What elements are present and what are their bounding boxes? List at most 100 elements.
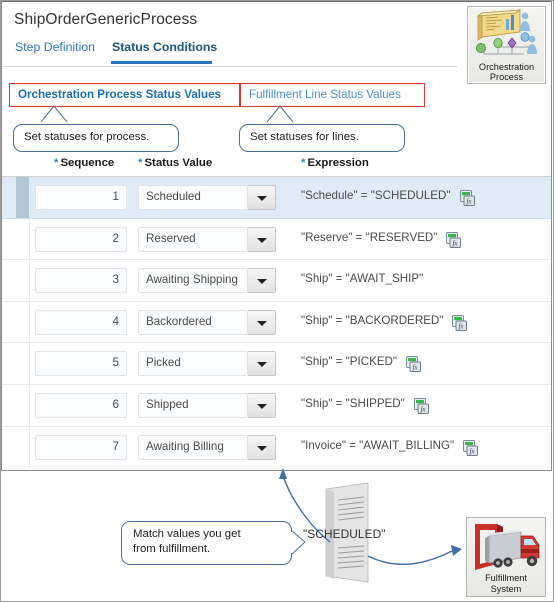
subtab-label-fulfillment: Fulfillment Line Status Values (249, 88, 401, 101)
expression-builder-icon[interactable]: fx (463, 439, 479, 456)
status-dropdown-button[interactable] (248, 226, 276, 252)
sequence-input[interactable]: 6 (35, 392, 127, 418)
status-value-select[interactable]: Reserved (138, 226, 276, 252)
fulfillment-icon-caption: Fulfillment System (467, 573, 545, 594)
required-marker-expression: * (301, 157, 306, 169)
row-grid-line (29, 426, 30, 468)
column-label-expression: Expression (307, 157, 369, 169)
svg-text:fx: fx (470, 447, 476, 455)
expression-builder-icon[interactable]: fx (406, 356, 422, 373)
expression-value: "Schedule" = "SCHEDULED" (301, 189, 451, 202)
subtab-orchestration-process-status-values[interactable]: Orchestration Process Status Values (9, 83, 240, 107)
row-grid-line (29, 301, 30, 343)
row-grid-line (29, 218, 30, 260)
status-dropdown-button[interactable] (248, 185, 276, 210)
table-row[interactable]: 3 Awaiting Shipping "Ship" = "AWAIT_SHIP" (2, 260, 551, 302)
sequence-value: 6 (112, 397, 119, 411)
status-value-field[interactable]: Awaiting Billing (138, 434, 248, 460)
status-dropdown-button[interactable] (248, 392, 276, 418)
status-dropdown-button[interactable] (248, 309, 276, 335)
status-value-select[interactable]: Backordered (138, 309, 276, 335)
status-value-field[interactable]: Scheduled (138, 185, 248, 210)
sequence-input[interactable]: 7 (35, 434, 127, 460)
sequence-input[interactable]: 3 (35, 268, 127, 294)
chevron-down-icon (257, 362, 267, 368)
expression-builder-icon[interactable]: fx (446, 231, 462, 248)
tab-step-definition[interactable]: Step Definition (15, 40, 95, 54)
status-value-field[interactable]: Awaiting Shipping (138, 268, 248, 294)
expression-value: "Invoice" = "AWAIT_BILLING" (301, 438, 455, 452)
fulfillment-caption-line1: Fulfillment (485, 573, 527, 583)
sequence-value: 3 (112, 273, 119, 287)
application-panel: ShipOrderGenericProcess Step Definition … (1, 1, 552, 471)
status-value-select[interactable]: Shipped (138, 392, 276, 418)
expression-value: "Reserve" = "RESERVED" (301, 230, 438, 244)
callout-set-statuses-lines: Set statuses for lines. (239, 124, 405, 152)
sequence-input[interactable]: 4 (35, 309, 127, 335)
expression-builder-icon[interactable]: fx (459, 190, 475, 206)
row-grid-line (29, 384, 30, 426)
table-row[interactable]: 4 Backordered "Ship" = "BACKORDERED" fx (2, 301, 551, 344)
tab-status-conditions[interactable]: Status Conditions (112, 40, 217, 54)
orchestration-icon-caption: Orchestration Process (468, 62, 545, 82)
expression-value: "Ship" = "SHIPPED" (301, 396, 405, 410)
sequence-value: 7 (112, 439, 119, 453)
sequence-value: 2 (112, 231, 119, 245)
sequence-input[interactable]: 2 (35, 226, 127, 252)
svg-text:fx: fx (453, 239, 459, 247)
status-value-text: Awaiting Shipping (146, 273, 238, 287)
status-value-select[interactable]: Awaiting Billing (138, 434, 276, 460)
subtab-fulfillment-line-status-values[interactable]: Fulfillment Line Status Values (240, 83, 425, 107)
callout-set-statuses-process: Set statuses for process. (13, 124, 179, 152)
expression-value: "Ship" = "PICKED" (301, 355, 398, 369)
orchestration-process-icon: Orchestration Process (467, 6, 546, 84)
orchestration-caption-line2: Process (489, 72, 524, 82)
active-tab-indicator (111, 61, 212, 64)
status-value-select[interactable]: Awaiting Shipping (138, 268, 276, 294)
row-grid-line (29, 343, 30, 384)
column-label-status-value: Status Value (144, 157, 213, 169)
sequence-value: 4 (112, 314, 119, 328)
chevron-down-icon (257, 320, 267, 326)
callout-match-values: Match values you get from fulfillment. (121, 521, 292, 565)
status-value-select[interactable]: Picked (138, 351, 276, 377)
table-row[interactable]: 6 Shipped "Ship" = "SHIPPED" fx (2, 384, 551, 427)
table-row[interactable]: 5 Picked "Ship" = "PICKED" fx (2, 343, 551, 385)
required-marker-sequence: * (54, 157, 59, 169)
status-value-text: Shipped (146, 397, 189, 411)
status-value-text: Backordered (146, 314, 212, 328)
sequence-value: 1 (112, 190, 119, 203)
callout-match-line1: Match values you get (133, 528, 241, 540)
page-title: ShipOrderGenericProcess (14, 11, 198, 28)
status-dropdown-button[interactable] (248, 268, 276, 294)
tab-bar: Step Definition Status Conditions (2, 38, 457, 67)
status-dropdown-button[interactable] (248, 434, 276, 460)
column-label-sequence: Sequence (60, 157, 115, 169)
status-dropdown-button[interactable] (248, 351, 276, 377)
chevron-down-icon (257, 403, 267, 409)
table-row[interactable]: 7 Awaiting Billing "Invoice" = "AWAIT_BILL… (2, 426, 551, 468)
status-value-select[interactable]: Scheduled (138, 185, 276, 210)
status-value-text: Scheduled (146, 190, 201, 203)
table-row[interactable]: 1 Scheduled "Schedule" = "SCHEDULED" fx (2, 177, 551, 219)
status-value-text: Picked (146, 356, 181, 370)
row-selector-indicator[interactable] (16, 177, 29, 218)
sequence-input[interactable]: 5 (35, 351, 127, 377)
status-value-field[interactable]: Backordered (138, 309, 248, 335)
status-value-field[interactable]: Shipped (138, 392, 248, 418)
sequence-value: 5 (112, 356, 119, 370)
status-value-field[interactable]: Reserved (138, 226, 248, 252)
expression-value: "Ship" = "AWAIT_SHIP" (301, 272, 424, 286)
orchestration-caption-line1: Orchestration (478, 62, 535, 72)
svg-text:fx: fx (413, 364, 419, 372)
expression-builder-icon[interactable]: fx (452, 314, 468, 331)
callout-lines-text: Set statuses for lines. (250, 131, 359, 143)
table-row[interactable]: 2 Reserved "Reserve" = "RESERVED" fx (2, 218, 551, 261)
sequence-input[interactable]: 1 (35, 185, 127, 210)
callout-match-line2: from fulfillment. (133, 543, 211, 555)
column-header-expression: * Expression (301, 157, 369, 169)
column-header-sequence: * Sequence (54, 157, 114, 169)
status-value-field[interactable]: Picked (138, 351, 248, 377)
orchestration-process-glyph (475, 9, 537, 55)
expression-builder-icon[interactable]: fx (413, 397, 429, 414)
